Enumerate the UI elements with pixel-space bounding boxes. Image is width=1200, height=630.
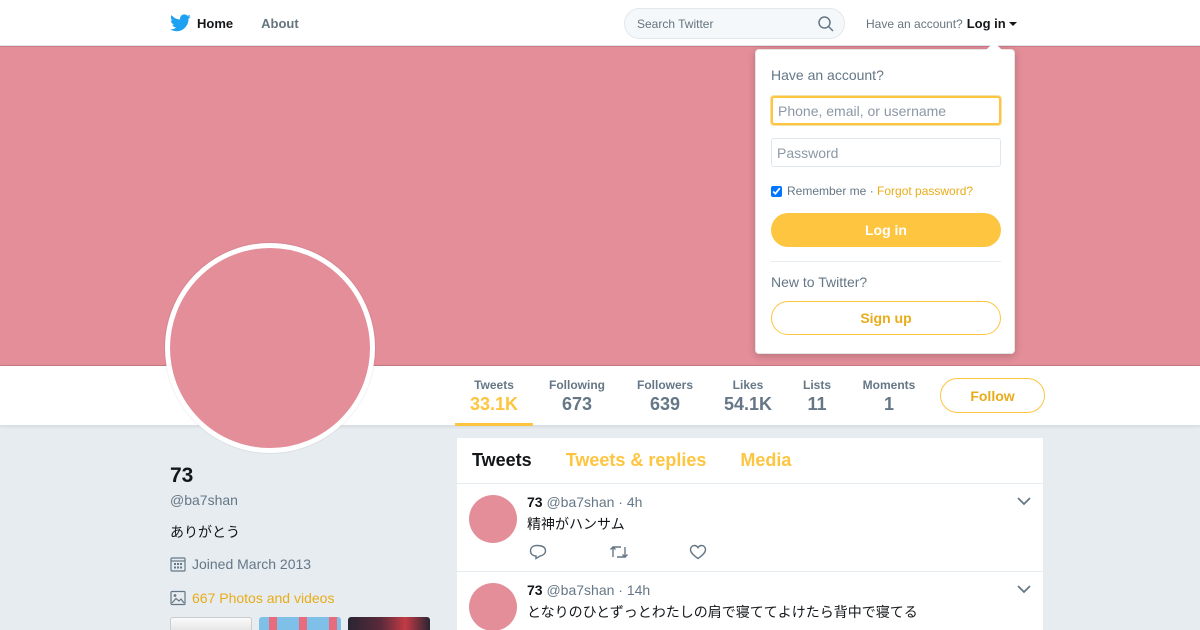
profile-avatar[interactable] bbox=[165, 243, 375, 453]
stat-value: 673 bbox=[561, 394, 593, 414]
tweet-timestamp[interactable]: · 4h bbox=[618, 494, 642, 510]
login-dropdown-toggle[interactable]: Log in bbox=[967, 16, 1017, 31]
nav-home-label: Home bbox=[197, 15, 234, 31]
stat-value: 639 bbox=[649, 394, 681, 414]
tweet-author-name[interactable]: 73 bbox=[527, 494, 543, 510]
stat-following[interactable]: Following 673 bbox=[548, 378, 606, 415]
nav-about[interactable]: About bbox=[261, 16, 299, 31]
stat-value: 33.1K bbox=[470, 394, 519, 414]
tweet[interactable]: 73 @ba7shan · 4h 精神がハンサム bbox=[457, 484, 1043, 572]
media-thumbnail[interactable] bbox=[348, 617, 430, 630]
tweet-author-name[interactable]: 73 bbox=[527, 582, 543, 598]
tweet-text: 精神がハンサム bbox=[527, 516, 625, 532]
tweet-text: となりのひとずっとわたしの肩で寝ててよけたら背中で寝てる bbox=[527, 604, 918, 620]
profile-handle[interactable]: @ba7shan bbox=[170, 492, 440, 508]
stat-label: Moments bbox=[862, 378, 916, 392]
profile-bio: ありがとう bbox=[170, 524, 240, 540]
profile-joined: Joined March 2013 bbox=[170, 556, 440, 572]
joined-label: Joined March 2013 bbox=[192, 556, 312, 572]
retweet-icon[interactable] bbox=[609, 544, 689, 565]
calendar-icon bbox=[170, 557, 186, 572]
tweet-header: 73 @ba7shan · 14h bbox=[527, 582, 650, 598]
dropdown-divider bbox=[771, 261, 1001, 262]
login-dropdown-heading: Have an account? bbox=[771, 67, 884, 83]
search-box bbox=[624, 8, 845, 39]
stat-value: 1 bbox=[883, 394, 894, 414]
media-thumbnail[interactable] bbox=[170, 617, 252, 630]
twitter-bird-icon bbox=[170, 14, 191, 32]
nav-home[interactable]: Home bbox=[170, 14, 233, 32]
new-to-twitter-label: New to Twitter? bbox=[771, 274, 868, 290]
stat-value: 11 bbox=[807, 394, 827, 414]
nav-about-label: About bbox=[261, 15, 299, 31]
remember-me-checkbox[interactable] bbox=[771, 185, 782, 197]
profile-info: 73 @ba7shan ありがとう Joined March 2013 667 … bbox=[170, 464, 440, 606]
chevron-down-icon[interactable] bbox=[1017, 496, 1031, 506]
profile-name[interactable]: 73 bbox=[170, 464, 440, 488]
search-input[interactable] bbox=[625, 9, 805, 38]
follow-button[interactable]: Follow bbox=[940, 378, 1045, 413]
photos-and-videos-link[interactable]: 667 Photos and videos bbox=[170, 590, 440, 606]
like-heart-icon[interactable] bbox=[689, 544, 769, 565]
login-dropdown: Have an account? Remember me · Forgot pa… bbox=[755, 42, 1015, 354]
nav-left: Home About bbox=[170, 0, 327, 46]
photos-label: 667 Photos and videos bbox=[192, 590, 335, 606]
image-icon bbox=[170, 590, 186, 606]
tweet-author-handle[interactable]: @ba7shan bbox=[546, 494, 614, 510]
tweet-avatar[interactable] bbox=[469, 583, 517, 630]
tweet-avatar[interactable] bbox=[469, 495, 517, 543]
timeline-tabs: Tweets Tweets & replies Media bbox=[457, 438, 1043, 484]
search-icon[interactable] bbox=[818, 16, 834, 32]
tab-tweets[interactable]: Tweets bbox=[472, 450, 532, 471]
media-thumbnail[interactable] bbox=[259, 617, 341, 630]
remember-me: Remember me · Forgot password? bbox=[771, 184, 973, 198]
stat-followers[interactable]: Followers 639 bbox=[636, 378, 694, 415]
stat-label: Followers bbox=[636, 378, 693, 392]
stat-label: Tweets bbox=[474, 378, 514, 392]
tweet-timestamp[interactable]: · 14h bbox=[618, 582, 650, 598]
account-menu: Have an account? Log in bbox=[866, 16, 1017, 31]
caret-down-icon bbox=[1008, 21, 1017, 26]
tab-tweets-and-replies[interactable]: Tweets & replies bbox=[566, 450, 707, 471]
stat-label: Following bbox=[549, 378, 605, 392]
tweet[interactable]: 73 @ba7shan · 14h となりのひとずっとわたしの肩で寝ててよけたら… bbox=[457, 572, 1043, 630]
login-button[interactable]: Log in bbox=[771, 213, 1001, 247]
tweet-author-handle[interactable]: @ba7shan bbox=[546, 582, 614, 598]
username-input[interactable] bbox=[771, 96, 1001, 125]
stat-lists[interactable]: Lists 11 bbox=[802, 378, 832, 415]
tweet-header: 73 @ba7shan · 4h bbox=[527, 494, 642, 510]
reply-icon[interactable] bbox=[529, 544, 609, 565]
timeline: Tweets Tweets & replies Media 73 @ba7sha… bbox=[456, 437, 1044, 630]
forgot-password-link[interactable]: Forgot password? bbox=[877, 184, 973, 198]
password-input[interactable] bbox=[771, 138, 1001, 167]
tab-media[interactable]: Media bbox=[740, 450, 791, 471]
top-navigation: Home About Have an account? Log in bbox=[0, 0, 1200, 46]
media-thumbnails bbox=[170, 617, 437, 630]
stat-tweets[interactable]: Tweets 33.1K bbox=[455, 378, 533, 426]
stat-label: Likes bbox=[732, 378, 764, 392]
login-link-label: Log in bbox=[966, 16, 1006, 31]
stat-likes[interactable]: Likes 54.1K bbox=[724, 378, 772, 415]
signup-button[interactable]: Sign up bbox=[771, 301, 1001, 335]
account-prompt: Have an account? bbox=[866, 16, 963, 31]
chevron-down-icon[interactable] bbox=[1017, 584, 1031, 594]
remember-me-label: Remember me · bbox=[787, 184, 874, 198]
stat-label: Lists bbox=[802, 378, 831, 392]
stat-moments[interactable]: Moments 1 bbox=[862, 378, 916, 415]
stat-value: 54.1K bbox=[724, 394, 773, 414]
tweet-actions bbox=[529, 544, 769, 565]
